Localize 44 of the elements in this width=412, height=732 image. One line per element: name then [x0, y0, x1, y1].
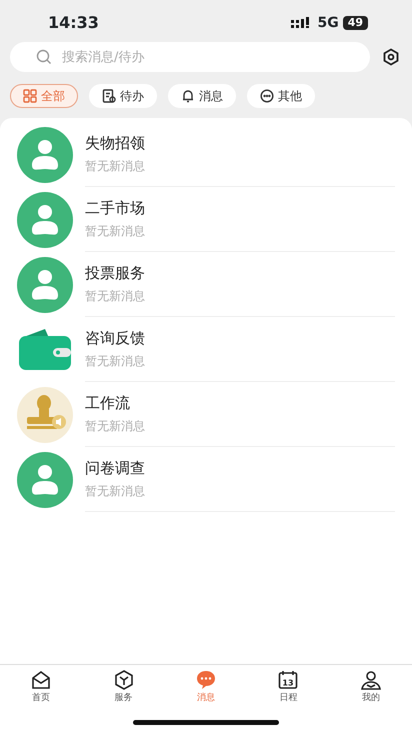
home-icon [30, 669, 52, 691]
message-preview: 暂无新消息 [85, 355, 146, 368]
person-avatar-icon [17, 256, 73, 312]
more-icon [260, 89, 274, 103]
filter-chip[interactable]: 消息 [168, 84, 236, 108]
filter-chip[interactable]: 其他 [247, 84, 315, 108]
message-title: 工作流 [85, 394, 131, 412]
grid-icon [23, 89, 37, 103]
message-preview: 暂无新消息 [85, 290, 146, 304]
message-row[interactable]: 二手市场 暂无新消息 [0, 187, 412, 252]
message-title: 咨询反馈 [85, 330, 146, 346]
battery-level: 49 [342, 16, 368, 30]
bell-icon [181, 89, 195, 103]
chat-bubble-icon [194, 669, 217, 691]
message-row[interactable]: 咨询反馈 暂无新消息 [0, 317, 412, 382]
message-title: 二手市场 [85, 200, 146, 216]
stamp-icon [17, 386, 73, 442]
tab-bar-item[interactable]: 我的 [346, 669, 396, 706]
clock: 14:33 [48, 12, 99, 34]
settings-icon[interactable] [382, 48, 400, 66]
message-preview: 暂无新消息 [85, 485, 146, 498]
message-row[interactable]: 失物招领 暂无新消息 [0, 122, 412, 187]
person-avatar-icon [17, 126, 73, 182]
calendar-icon: 13 [277, 669, 300, 691]
message-preview: 暂无新消息 [85, 225, 146, 238]
checklist-icon [102, 89, 116, 103]
cube-icon [112, 669, 135, 691]
message-preview: 暂无新消息 [85, 160, 146, 174]
tab-bar-item[interactable]: 13 日程 [263, 669, 314, 706]
network-label: 5G [317, 14, 339, 32]
filter-chip[interactable]: 待办 [89, 84, 157, 108]
tab-bar-item[interactable]: 首页 [16, 669, 66, 706]
user-icon [360, 669, 382, 691]
message-preview: 暂无新消息 [85, 420, 146, 434]
person-avatar-icon [17, 192, 73, 248]
message-row[interactable]: 投票服务 暂无新消息 [0, 252, 412, 317]
message-row[interactable]: 问卷调查 暂无新消息 [0, 447, 412, 512]
search-field[interactable]: 搜索消息/待办 [10, 42, 370, 72]
tab-bar-item[interactable]: 服务 [98, 669, 149, 706]
message-title: 失物招领 [85, 134, 146, 152]
message-row[interactable]: 工作流 暂无新消息 [0, 382, 412, 447]
person-avatar-icon [17, 452, 73, 508]
message-title: 投票服务 [85, 264, 146, 282]
message-title: 问卷调查 [85, 460, 146, 476]
